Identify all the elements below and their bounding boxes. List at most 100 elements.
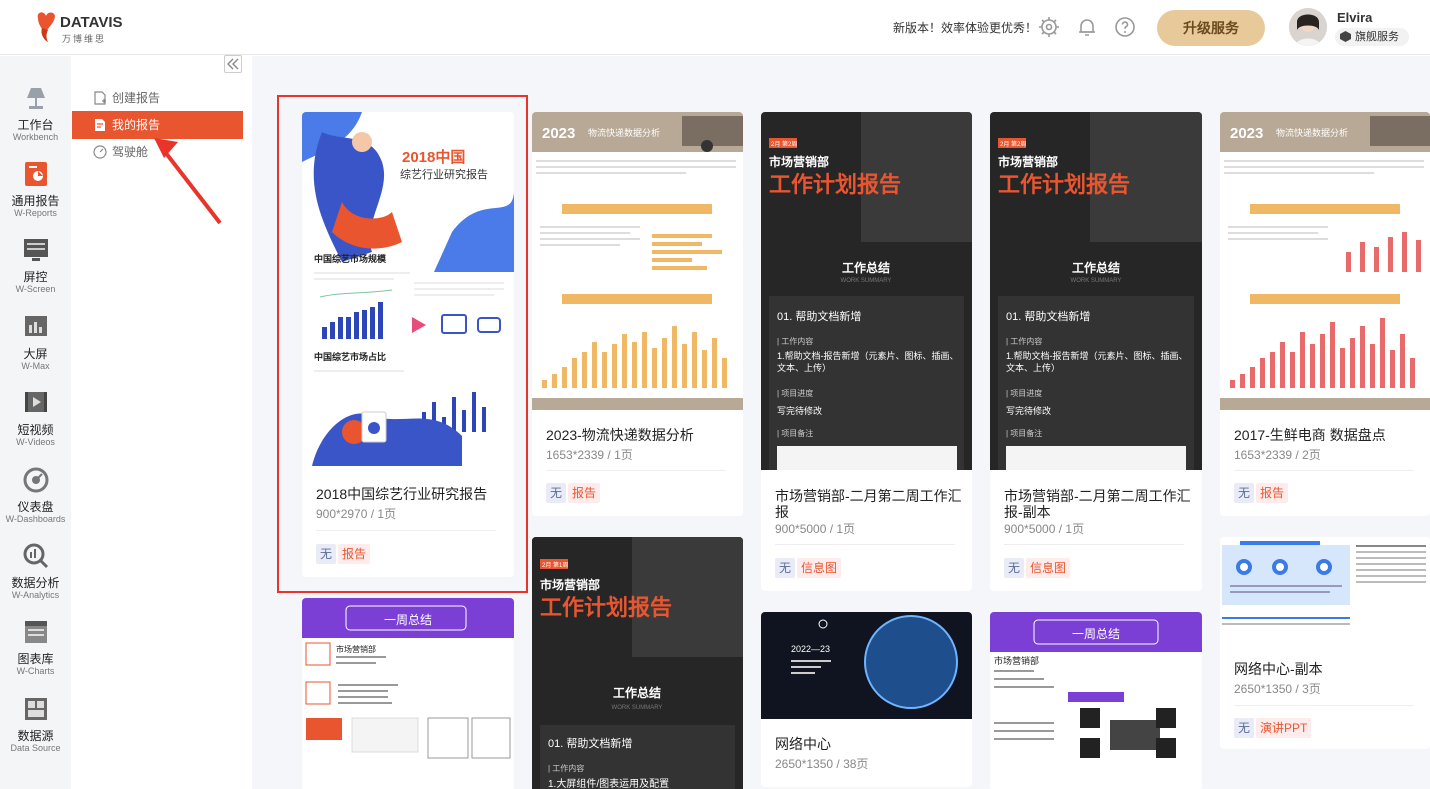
report-title: 市场营销部-二月第二周工作汇报-副本 xyxy=(1004,488,1191,520)
tag-type: 报告 xyxy=(568,483,601,503)
nav-item-datasource[interactable]: 数据源 Data Source xyxy=(0,695,71,771)
avatar[interactable] xyxy=(1289,8,1327,46)
report-thumbnail-art: 2023 物流快递数据分析 xyxy=(1220,112,1430,410)
plan-gem-icon xyxy=(1340,31,1351,42)
thumb-summary-en: WORK SUMMARY xyxy=(612,705,663,711)
report-card[interactable]: 2023 物流快递数据分析 xyxy=(532,112,743,516)
create-report-icon xyxy=(94,91,106,105)
thumb-progress-label: | 项目进度 xyxy=(777,388,813,398)
report-card[interactable]: 2月 第2周 市场营销部 工作计划报告 工作总结 WORK SUMMARY 01… xyxy=(761,112,972,591)
nav-item-analytics[interactable]: 数据分析 W-Analytics xyxy=(0,542,71,618)
tag-type: 信息图 xyxy=(797,558,842,578)
card-divider xyxy=(546,470,726,471)
nav-sublabel: W-Charts xyxy=(16,666,55,676)
thumb-title: 2023 xyxy=(542,125,575,142)
report-thumbnail-art: 2018中国 综艺行业研究报告 中国综艺市场规模 中国综艺市场占比 xyxy=(302,112,514,466)
report-thumbnail: 2023 物流快递数据分析 xyxy=(1220,112,1430,410)
thumb-tag: 2月 第2周 xyxy=(771,140,797,148)
report-thumbnail-art: 2023 物流快递数据分析 xyxy=(532,112,743,410)
report-thumbnail: 一周总结 市场营销部 xyxy=(302,598,514,789)
report-card[interactable]: 网络中心-副本 2650*1350 / 3页 无 演讲PPT xyxy=(1220,537,1430,749)
subnav-cockpit[interactable]: 驾驶舱 xyxy=(72,138,243,166)
my-report-icon xyxy=(95,119,105,131)
thumb-subtitle: 物流快递数据分析 xyxy=(1276,127,1348,138)
help-question-icon[interactable] xyxy=(1114,16,1136,38)
screen-control-icon xyxy=(24,239,48,261)
report-card[interactable]: 2018中国 综艺行业研究报告 中国综艺市场规模 中国综艺市场占比 2018中国… xyxy=(302,112,514,577)
notification-bell-icon[interactable] xyxy=(1076,16,1098,38)
nav-item-charts[interactable]: 图表库 W-Charts xyxy=(0,618,71,694)
nav-sublabel: Data Source xyxy=(10,743,61,753)
card-divider xyxy=(1234,705,1414,706)
report-grid: 2018中国 综艺行业研究报告 中国综艺市场规模 中国综艺市场占比 2018中国… xyxy=(252,56,1430,789)
report-card[interactable]: 2023 物流快递数据分析 xyxy=(1220,112,1430,516)
nav-item-dashboards[interactable]: 仪表盘 W-Dashboards xyxy=(0,466,71,542)
thumb-section: 中国综艺市场规模 xyxy=(314,253,387,264)
report-thumbnail-art: 2月 第2周 市场营销部 工作计划报告 工作总结 WORK SUMMARY 01… xyxy=(761,112,972,470)
nav-label: 屏控 xyxy=(23,270,48,284)
thumb-title: 一周总结 xyxy=(384,613,432,627)
thumb-content: | 工作内容 xyxy=(1006,336,1042,346)
thumb-summary-en: WORK SUMMARY xyxy=(841,278,892,284)
user-plan-label: 旗舰服务 xyxy=(1355,31,1399,43)
thumb-progress: 写完待修改 xyxy=(777,405,822,416)
nav-sublabel: W-Reports xyxy=(14,208,57,218)
report-dimensions: 2650*1350 / 3页 xyxy=(1234,682,1321,696)
report-dimensions: 900*2970 / 1页 xyxy=(316,507,397,521)
nav-item-screen[interactable]: 屏控 W-Screen xyxy=(0,236,71,312)
thumb-item: 01. 帮助文档新增 xyxy=(777,309,861,323)
tag-type: 报告 xyxy=(1256,483,1289,503)
lamp-icon xyxy=(27,88,45,109)
thumb-subtitle: 物流快递数据分析 xyxy=(588,127,660,138)
tag-none: 无 xyxy=(316,544,337,564)
tag-none: 无 xyxy=(1004,558,1025,578)
collapse-sidebar-button[interactable] xyxy=(224,55,242,73)
report-thumbnail-art: 一周总结 市场营销部 xyxy=(302,598,514,789)
nav-label: 大屏 xyxy=(23,347,48,361)
report-card[interactable]: 2月 第1周 市场营销部 工作计划报告 工作总结 WORK SUMMARY 01… xyxy=(532,537,743,789)
thumb-dept: 市场营销部 xyxy=(336,644,376,654)
app-logo[interactable]: DATAVIS 万博维思 xyxy=(34,8,123,48)
thumb-progress-label: | 项目进度 xyxy=(1006,388,1042,398)
thumb-dept: 市场营销部 xyxy=(540,577,600,592)
user-plan-badge: 旗舰服务 xyxy=(1335,28,1409,46)
report-thumbnail-art: 2022—23 xyxy=(761,612,972,719)
thumb-content: | 工作内容 xyxy=(777,336,813,346)
thumb-item: 01. 帮助文档新增 xyxy=(1006,309,1090,323)
nav-item-videos[interactable]: 短视频 W-Videos xyxy=(0,389,71,465)
nav-item-reports[interactable]: 通用报告 W-Reports xyxy=(0,160,71,236)
report-title: 网络中心-副本 xyxy=(1234,661,1323,677)
report-thumbnail: 2018中国 综艺行业研究报告 中国综艺市场规模 中国综艺市场占比 xyxy=(302,112,514,466)
report-card[interactable]: 一周总结 市场营销部 xyxy=(302,598,514,789)
video-icon xyxy=(25,392,47,412)
thumb-item: 01. 帮助文档新增 xyxy=(548,736,632,750)
card-divider xyxy=(1234,470,1414,471)
subnav-my-report[interactable]: 我的报告 xyxy=(72,111,243,139)
nav-sublabel: W-Analytics xyxy=(11,590,60,600)
subnav-create-report[interactable]: 创建报告 xyxy=(72,84,243,112)
report-dimensions: 900*5000 / 1页 xyxy=(1004,522,1085,536)
thumb-dept: 市场营销部 xyxy=(769,154,829,169)
report-card[interactable]: 2月 第2周 市场营销部 工作计划报告 工作总结 WORK SUMMARY 01… xyxy=(990,112,1202,591)
nav-item-max[interactable]: 大屏 W-Max xyxy=(0,313,71,389)
nav-label: 图表库 xyxy=(17,652,54,666)
settings-gear-icon[interactable] xyxy=(1038,16,1060,38)
report-icon xyxy=(25,162,47,186)
thumb-line: 1.帮助文档-报告新增（元素片、图标、插画、文本、上传） xyxy=(777,351,959,373)
user-name[interactable]: Elvira xyxy=(1337,10,1372,25)
report-title: 2018中国综艺行业研究报告 xyxy=(316,486,488,502)
nav-item-workbench[interactable]: 工作台 Workbench xyxy=(0,84,71,160)
charts-icon xyxy=(25,621,47,643)
report-card[interactable]: 一周总结 市场营销部 xyxy=(990,612,1202,789)
tag-type: 报告 xyxy=(338,544,371,564)
card-divider xyxy=(1004,544,1184,545)
upgrade-service-button[interactable]: 升级服务 xyxy=(1157,10,1265,46)
report-thumbnail-art: 一周总结 市场营销部 xyxy=(990,612,1202,789)
thumb-title: 工作计划报告 xyxy=(769,172,901,197)
report-card[interactable]: 2022—23 网络中心 2650*1350 / 38页 xyxy=(761,612,972,787)
version-notice[interactable]: 新版本！效率体验更优秀！ xyxy=(893,19,1037,36)
thumb-summary: 工作总结 xyxy=(613,685,661,700)
nav-label: 工作台 xyxy=(17,118,54,132)
big-screen-icon xyxy=(25,316,47,336)
subnav-label: 我的报告 xyxy=(112,118,161,132)
